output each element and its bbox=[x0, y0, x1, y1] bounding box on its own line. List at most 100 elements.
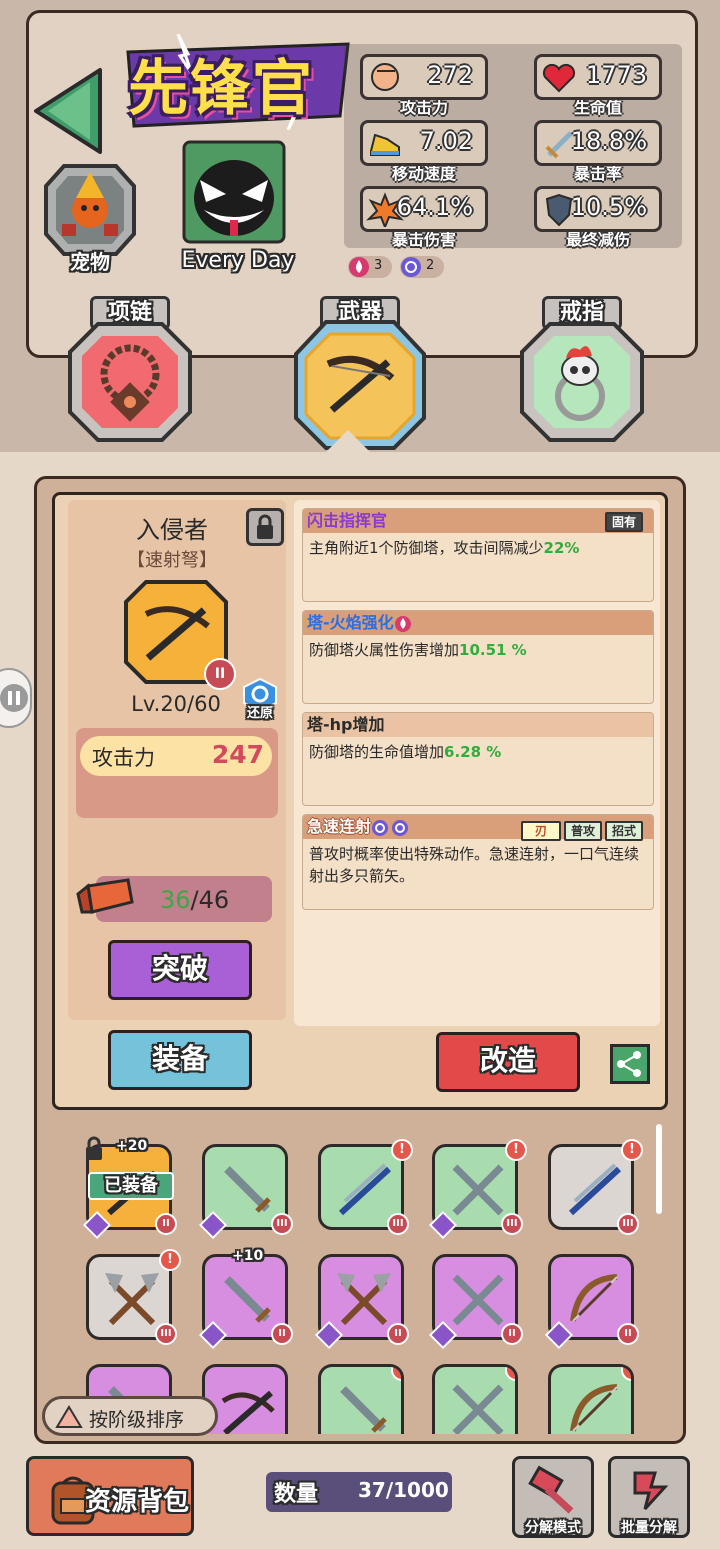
inventory-slot[interactable]: ! III bbox=[428, 1139, 527, 1240]
inventory-slot[interactable]: II bbox=[198, 1254, 293, 1350]
skill-desc: 主角附近1个防御塔，攻击间隔减少22% bbox=[303, 533, 653, 563]
inventory-slot[interactable]: ! bbox=[432, 1364, 518, 1434]
share-icon bbox=[617, 1051, 641, 1077]
skill-card[interactable]: 塔-火焰强化 防御塔火属性伤害增加10.51 % bbox=[302, 610, 654, 704]
breakthrough-button[interactable]: 突破 bbox=[108, 940, 252, 1000]
stat-value: 18.8% bbox=[570, 127, 647, 155]
item-type: 【速射弩】 bbox=[127, 550, 217, 571]
pause-icon bbox=[0, 684, 28, 712]
title-banner: 先锋官 bbox=[118, 34, 358, 130]
hero-portrait[interactable]: Every Day bbox=[182, 140, 300, 280]
stat-box: 272 bbox=[360, 54, 488, 100]
triangle-icon bbox=[55, 1405, 83, 1428]
heart-icon bbox=[542, 63, 576, 93]
atk-label: 攻击力 bbox=[92, 746, 155, 770]
stat-box: 64.1% bbox=[360, 186, 488, 232]
back-button[interactable] bbox=[32, 66, 104, 156]
axes-icon bbox=[105, 1273, 159, 1326]
sword-icon bbox=[224, 1276, 271, 1323]
tab-weapon[interactable]: 武器 bbox=[292, 296, 428, 452]
disassemble-label: 分解模式 bbox=[525, 1520, 581, 1536]
item-name: 入侵者 bbox=[136, 516, 208, 544]
inventory-slot[interactable]: ! III bbox=[318, 1139, 413, 1235]
skill-value: 22% bbox=[543, 539, 580, 557]
backpack-button[interactable]: 资源背包 bbox=[26, 1456, 194, 1536]
count-box: 数量 37/1000 bbox=[266, 1472, 452, 1512]
skill-desc: 普攻时概率使出特殊动作。急速连射，一口气连续射出多只箭矢。 bbox=[303, 839, 653, 891]
batch-disassemble-button[interactable]: 批量分解 bbox=[608, 1456, 690, 1538]
skill-desc: 防御塔火属性伤害增加10.51 % bbox=[303, 635, 653, 665]
katana-icon bbox=[568, 1163, 622, 1216]
sword-icon bbox=[224, 1166, 271, 1213]
inventory-slot[interactable]: II bbox=[428, 1254, 523, 1350]
tab-necklace[interactable]: 项链 bbox=[68, 296, 192, 446]
disassemble-mode-button[interactable]: 分解模式 bbox=[512, 1456, 594, 1538]
shoe-icon bbox=[370, 133, 400, 156]
new-alert-icon: ! bbox=[505, 1139, 527, 1161]
necklace-icon bbox=[68, 322, 192, 442]
badge-fire: 3 bbox=[348, 256, 392, 278]
item-level: Lv.20/60 bbox=[131, 692, 221, 716]
fire-icon bbox=[394, 615, 411, 632]
skill-tag: 普攻 bbox=[563, 820, 602, 841]
skill-card[interactable]: 急速连射 刃普攻 招式 普攻时概率使出特殊动作。急速连射，一口气连续射出多只箭矢。 bbox=[302, 814, 654, 910]
sort-button[interactable]: 按阶级排序 bbox=[42, 1396, 218, 1436]
tier-badge: III bbox=[387, 1213, 409, 1235]
inventory-slot[interactable]: ! bbox=[318, 1364, 404, 1434]
side-handle[interactable] bbox=[0, 668, 32, 728]
hero-name: Every Day bbox=[181, 248, 295, 273]
skull-ring-icon bbox=[520, 322, 644, 442]
skill-value: 10.51 % bbox=[459, 641, 527, 659]
inventory-slot[interactable]: ! III bbox=[548, 1139, 643, 1235]
reforge-button[interactable]: 改造 bbox=[436, 1032, 580, 1092]
inventory-slot[interactable]: III bbox=[198, 1144, 293, 1240]
skill-header: 急速连射 刃普攻 招式 bbox=[303, 815, 653, 841]
stat-item: 7.02 移动速度 bbox=[360, 120, 488, 184]
tier-badge: II bbox=[271, 1323, 293, 1345]
material-have: 36 bbox=[160, 886, 191, 914]
equip-button[interactable]: 装备 bbox=[108, 1030, 252, 1090]
skill-title: 急速连射 bbox=[307, 817, 372, 836]
skill-header: 塔-hp增加 bbox=[303, 713, 653, 737]
hammer-icon bbox=[528, 1465, 574, 1514]
equipped-label: 已装备 bbox=[104, 1175, 158, 1196]
lock-icon bbox=[86, 1136, 102, 1160]
fist-icon bbox=[371, 63, 399, 91]
badge-swirl: 2 bbox=[400, 256, 444, 278]
atk-value: 247 bbox=[211, 740, 264, 769]
axes-icon bbox=[337, 1273, 391, 1326]
bow-icon bbox=[570, 1384, 618, 1432]
material-need: /46 bbox=[190, 886, 230, 914]
inventory-slot[interactable]: ! bbox=[548, 1364, 634, 1434]
inventory-slot[interactable]: II bbox=[314, 1254, 409, 1350]
xswords-icon bbox=[452, 1164, 504, 1216]
inventory-scrollbar[interactable] bbox=[656, 1124, 662, 1214]
stat-box: 7.02 bbox=[360, 120, 488, 166]
tab-ring[interactable]: 戒指 bbox=[520, 296, 644, 446]
skill-card[interactable]: 塔-hp增加 防御塔的生命值增加6.28 % bbox=[302, 712, 654, 806]
tab-pointer bbox=[326, 430, 370, 452]
skill-tag: 招式 bbox=[604, 820, 643, 841]
skill-card[interactable]: 闪击指挥官 固有 主角附近1个防御塔，攻击间隔减少22% bbox=[302, 508, 654, 602]
share-button[interactable] bbox=[610, 1044, 650, 1084]
restore-label: 还原 bbox=[246, 706, 273, 721]
lock-button[interactable] bbox=[246, 508, 284, 546]
inventory-slot[interactable]: ! III bbox=[86, 1249, 181, 1345]
stat-box: 10.5% bbox=[534, 186, 662, 232]
new-alert-icon: ! bbox=[159, 1249, 181, 1271]
tier-badge: III bbox=[617, 1213, 639, 1235]
stat-item: 272 攻击力 bbox=[360, 54, 488, 118]
ingot-icon bbox=[76, 878, 134, 914]
skill-header: 闪击指挥官 固有 bbox=[303, 509, 653, 533]
inventory-slot[interactable]: II bbox=[544, 1254, 639, 1350]
tier-badge: II bbox=[617, 1323, 639, 1345]
skill-title: 塔-hp增加 bbox=[307, 715, 385, 734]
pet-slot[interactable]: 宠物 bbox=[44, 164, 136, 274]
venom-face-icon bbox=[182, 140, 286, 244]
item-icon: II bbox=[124, 580, 236, 690]
new-alert-icon: ! bbox=[621, 1139, 643, 1161]
tier-badge: II bbox=[204, 658, 236, 690]
restore-button[interactable]: 还原 bbox=[240, 677, 280, 722]
back-arrow-icon bbox=[34, 68, 102, 154]
tier-badge: II bbox=[501, 1323, 523, 1345]
